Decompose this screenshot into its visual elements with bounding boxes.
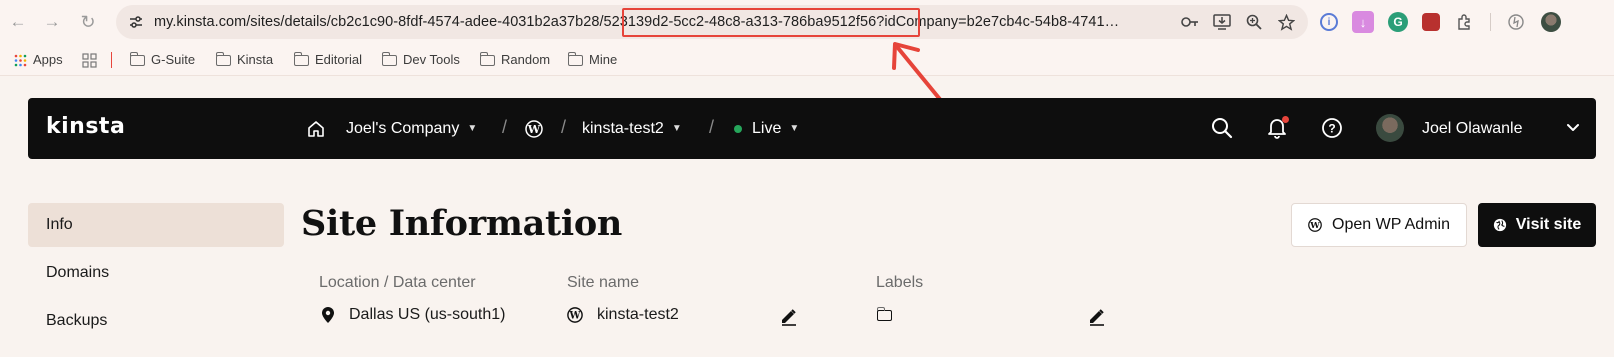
home-icon bbox=[308, 120, 324, 137]
open-wp-admin-button[interactable]: W Open WP Admin bbox=[1291, 203, 1467, 247]
performance-icon[interactable] bbox=[1505, 11, 1527, 33]
grammarly-extension-icon[interactable]: G bbox=[1388, 12, 1408, 32]
company-name: Joel's Company bbox=[346, 119, 460, 137]
location-pin-icon bbox=[322, 307, 334, 323]
folder-icon bbox=[382, 51, 397, 66]
company-switcher[interactable]: Joel's Company ▼ bbox=[306, 98, 477, 159]
toolbar-divider bbox=[1490, 13, 1491, 31]
zoom-icon[interactable] bbox=[1244, 12, 1264, 32]
site-switcher[interactable]: kinsta-test2 ▼ bbox=[582, 98, 682, 159]
bookmarks-divider bbox=[111, 52, 112, 68]
download-extension-icon[interactable]: ↓ bbox=[1352, 11, 1374, 33]
back-icon[interactable]: ← bbox=[8, 12, 28, 32]
breadcrumb-separator: / bbox=[502, 117, 508, 137]
bookmark-folder-random[interactable]: Random bbox=[480, 50, 550, 70]
bookmark-label: Mine bbox=[589, 52, 618, 67]
wordpress-icon[interactable]: W bbox=[525, 98, 543, 159]
kinsta-logo[interactable]: kinsta bbox=[46, 114, 125, 139]
sidebar-item-backups[interactable]: Backups bbox=[28, 299, 284, 343]
apps-grid-icon bbox=[14, 54, 27, 66]
svg-text:?: ? bbox=[1328, 122, 1335, 136]
svg-text:W: W bbox=[569, 311, 582, 322]
labels-value bbox=[877, 304, 892, 326]
breadcrumb-separator: / bbox=[561, 117, 567, 137]
wordpress-icon: W bbox=[1308, 218, 1322, 232]
site-name-label: Site name bbox=[567, 274, 640, 291]
breadcrumb-separator: / bbox=[709, 117, 715, 137]
globe-icon bbox=[1493, 218, 1506, 232]
open-wp-admin-label: Open WP Admin bbox=[1332, 216, 1450, 233]
bookmark-folder-g-suite[interactable]: G-Suite bbox=[130, 50, 195, 70]
location-text: Dallas US (us-south1) bbox=[349, 306, 506, 323]
bookmark-apps[interactable]: Apps bbox=[14, 50, 63, 70]
folder-icon bbox=[130, 51, 145, 66]
site-name: kinsta-test2 bbox=[582, 119, 664, 137]
labels-label: Labels bbox=[876, 274, 924, 291]
chevron-down-icon: ▼ bbox=[467, 123, 478, 134]
edit-site-name-icon[interactable] bbox=[779, 306, 799, 326]
folder-icon bbox=[568, 51, 583, 66]
environment-name: Live bbox=[752, 119, 782, 137]
password-manager-extension-icon[interactable]: i bbox=[1320, 13, 1338, 31]
bookmark-label: Dev Tools bbox=[403, 52, 460, 67]
sidebar-item-info[interactable]: Info bbox=[28, 203, 284, 247]
chevron-down-icon: ▼ bbox=[671, 123, 682, 134]
folder-icon bbox=[877, 306, 892, 321]
folder-icon bbox=[480, 51, 495, 66]
bookmark-label: Editorial bbox=[315, 52, 362, 67]
sidebar-item-domains[interactable]: Domains bbox=[28, 251, 284, 295]
folder-icon bbox=[294, 51, 309, 66]
help-icon[interactable]: ? bbox=[1320, 116, 1344, 140]
svg-text:W: W bbox=[1309, 221, 1320, 231]
edit-labels-icon[interactable] bbox=[1087, 306, 1107, 326]
extensions-puzzle-icon[interactable] bbox=[1454, 11, 1476, 33]
notification-badge bbox=[1282, 116, 1289, 123]
visit-site-button[interactable]: Visit site bbox=[1478, 203, 1596, 247]
profile-avatar-icon[interactable] bbox=[1541, 12, 1561, 32]
environment-switcher[interactable]: Live ▼ bbox=[734, 98, 799, 159]
install-app-icon[interactable] bbox=[1212, 12, 1232, 32]
bookmark-label: Apps bbox=[33, 52, 63, 67]
bookmark-folder-mine[interactable]: Mine bbox=[568, 50, 617, 70]
kinsta-top-nav: kinsta Joel's Company ▼ / W / kinsta-tes… bbox=[28, 98, 1596, 159]
bookmark-label: Random bbox=[501, 52, 551, 67]
password-key-icon[interactable] bbox=[1180, 12, 1200, 32]
chevron-down-icon: ▼ bbox=[789, 123, 800, 134]
url-highlight-box bbox=[622, 8, 920, 37]
site-name-value: W kinsta-test2 bbox=[567, 304, 679, 326]
folder-icon bbox=[216, 51, 231, 66]
chevron-down-icon[interactable] bbox=[1565, 120, 1581, 136]
bookmark-folder-editorial[interactable]: Editorial bbox=[294, 50, 362, 70]
user-name[interactable]: Joel Olawanle bbox=[1422, 98, 1523, 159]
reload-icon[interactable]: ↻ bbox=[78, 12, 98, 32]
bookmark-folder-dev-tools[interactable]: Dev Tools bbox=[382, 50, 460, 70]
bookmark-folder-kinsta[interactable]: Kinsta bbox=[216, 50, 273, 70]
site-name-text: kinsta-test2 bbox=[597, 306, 679, 323]
bookmark-label: G-Suite bbox=[151, 52, 196, 67]
svg-text:W: W bbox=[527, 123, 541, 136]
notifications-bell-icon[interactable] bbox=[1265, 116, 1289, 140]
visit-site-label: Visit site bbox=[1515, 216, 1582, 233]
forward-icon[interactable]: → bbox=[42, 12, 62, 32]
tab-groups-icon[interactable] bbox=[82, 50, 97, 70]
bookmark-star-icon[interactable] bbox=[1276, 12, 1296, 32]
red-extension-icon[interactable] bbox=[1422, 13, 1440, 31]
site-settings-icon[interactable] bbox=[128, 14, 144, 30]
user-avatar[interactable] bbox=[1376, 114, 1404, 142]
live-status-dot bbox=[734, 124, 742, 133]
bookmark-label: Kinsta bbox=[237, 52, 274, 67]
location-label: Location / Data center bbox=[319, 274, 476, 291]
page-title: Site Information bbox=[301, 203, 623, 244]
search-icon[interactable] bbox=[1210, 116, 1234, 140]
location-value: Dallas US (us-south1) bbox=[321, 304, 506, 326]
bookmarks-bar: Apps G-Suite Kinsta Editorial Dev Tools … bbox=[0, 44, 1614, 76]
wordpress-icon: W bbox=[567, 307, 583, 323]
